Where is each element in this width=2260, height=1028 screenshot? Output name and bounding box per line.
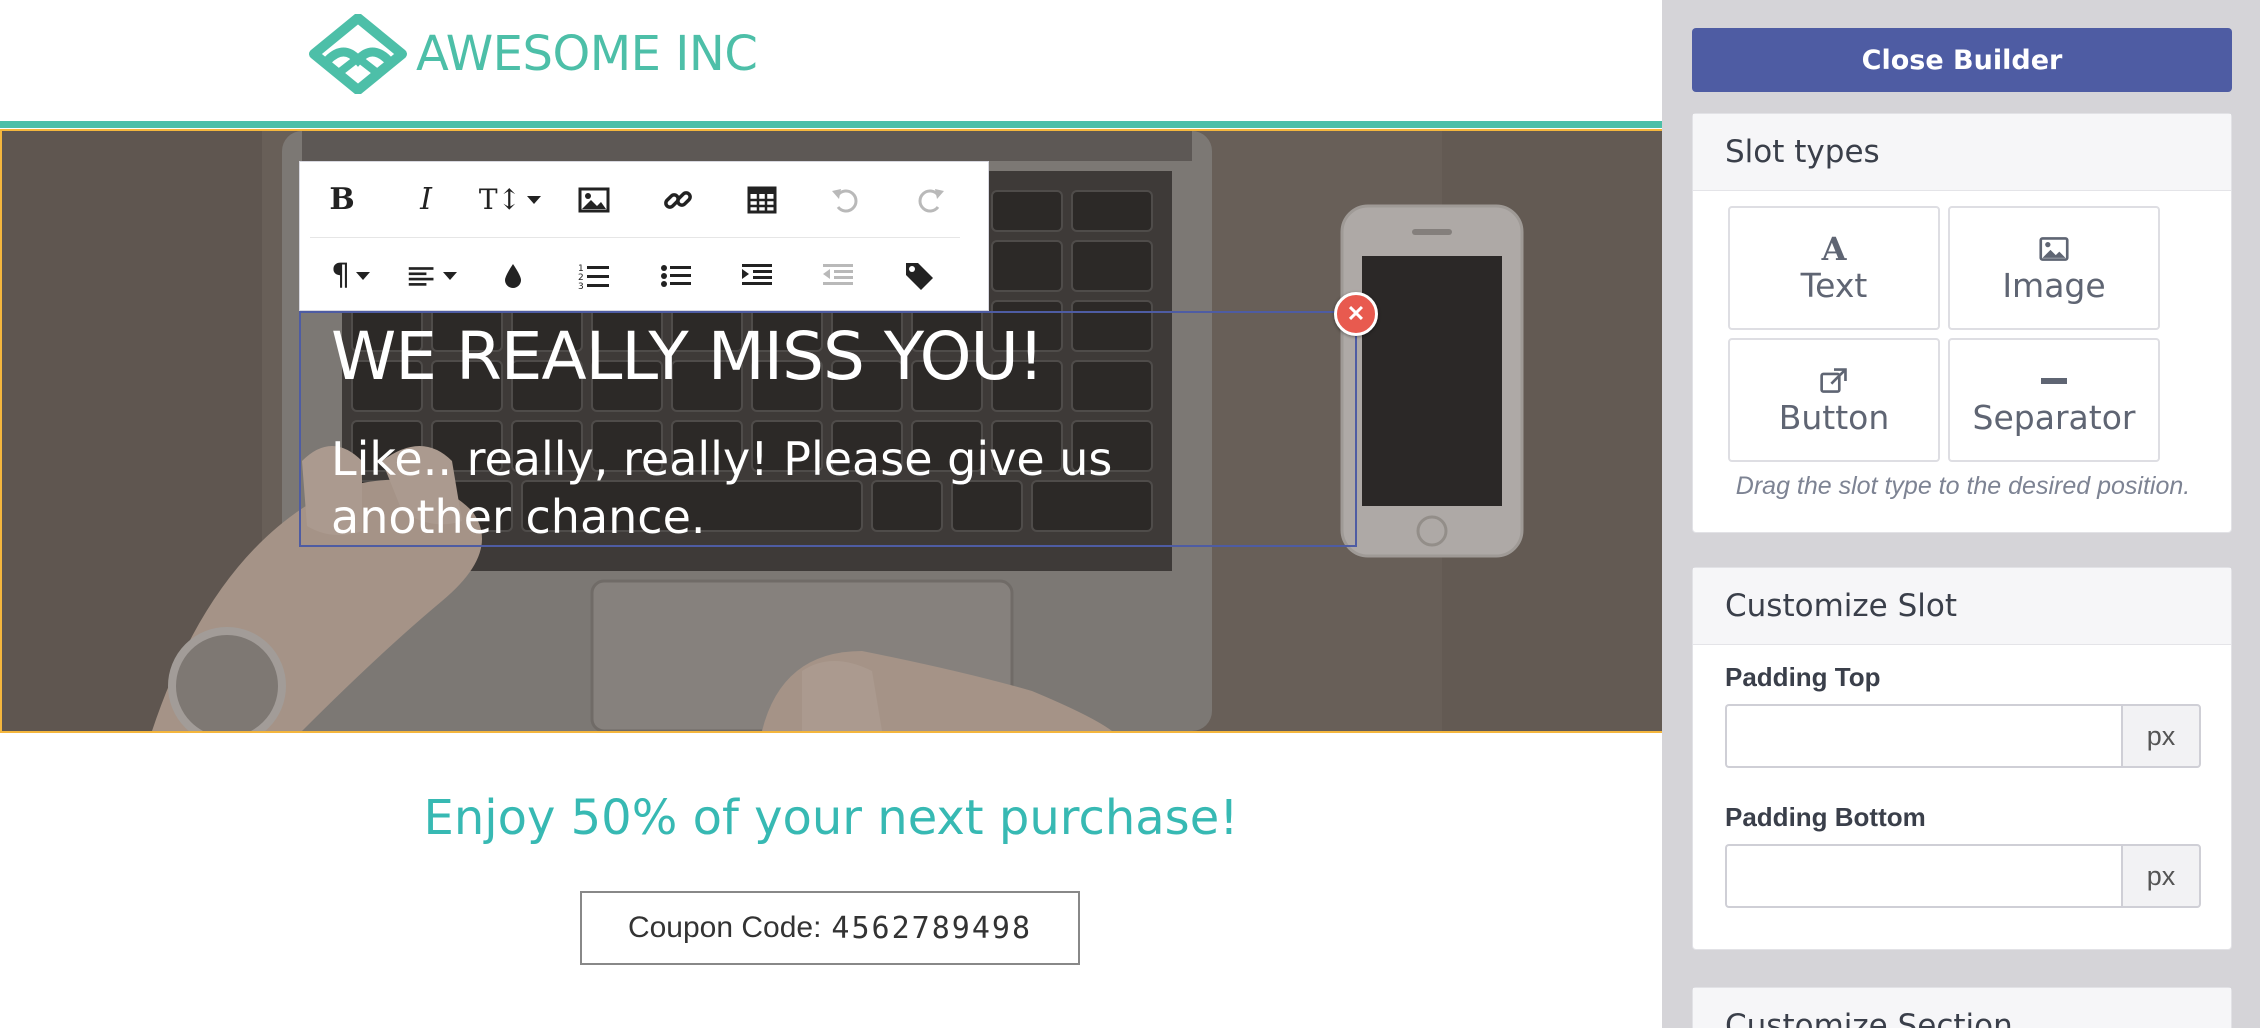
italic-icon[interactable]: I xyxy=(384,170,468,230)
close-builder-button[interactable]: Close Builder xyxy=(1692,28,2232,92)
padding-bottom-input[interactable] xyxy=(1725,844,2121,908)
email-canvas: AWESOME INC B I T↕ ¶ 1 2 3 WE REALLY MIS… xyxy=(0,0,1662,1028)
header-divider xyxy=(0,121,1662,128)
rich-text-toolbar: B I T↕ ¶ 1 2 3 xyxy=(299,161,989,311)
padding-top-unit: px xyxy=(2121,704,2201,768)
external-link-glyph xyxy=(1820,367,1847,393)
text-font-icon: A xyxy=(1821,229,1847,268)
insert-image-icon[interactable] xyxy=(552,170,636,230)
builder-sidebar: Close Builder Slot types A Text Image Bu… xyxy=(1662,0,2260,1028)
bold-icon[interactable]: B xyxy=(300,170,384,230)
padding-top-input[interactable] xyxy=(1725,704,2121,768)
font-size-icon[interactable]: T↕ xyxy=(468,170,552,230)
tag-icon[interactable] xyxy=(879,246,960,306)
font-size-glyph: T↕ xyxy=(478,183,522,216)
undo-icon[interactable] xyxy=(804,170,888,230)
padding-bottom-label: Padding Bottom xyxy=(1725,802,1926,832)
image-glyph-icon xyxy=(578,187,610,212)
slot-types-title: Slot types xyxy=(1693,114,2231,191)
toolbar-row-secondary: ¶ 123 xyxy=(310,237,960,313)
toolbar-row-primary: B I T↕ xyxy=(300,162,990,237)
slot-type-text[interactable]: A Text xyxy=(1728,206,1940,330)
redo-icon[interactable] xyxy=(888,170,972,230)
customize-slot-title: Customize Slot xyxy=(1693,568,2231,645)
indent-icon[interactable] xyxy=(716,246,797,306)
padding-top-group: px xyxy=(1725,704,2201,768)
slot-type-separator-label: Separator xyxy=(1972,397,2136,437)
slot-type-image[interactable]: Image xyxy=(1948,206,2160,330)
slot-type-button[interactable]: Button xyxy=(1728,338,1940,462)
ordered-list-icon[interactable]: 123 xyxy=(554,246,635,306)
slot-type-separator[interactable]: Separator xyxy=(1948,338,2160,462)
customize-section-title: Customize Section xyxy=(1693,988,2231,1028)
slot-type-button-label: Button xyxy=(1778,397,1890,437)
italic-glyph: I xyxy=(420,182,432,217)
insert-table-icon[interactable] xyxy=(720,170,804,230)
customize-slot-panel: Customize Slot Padding Top px Padding Bo… xyxy=(1692,567,2232,950)
close-icon: ✕ xyxy=(1346,301,1366,326)
padding-bottom-unit: px xyxy=(2121,844,2201,908)
bullet-list-glyph-icon xyxy=(660,264,691,287)
redo-glyph-icon xyxy=(918,188,944,212)
brand-name: AWESOME INC xyxy=(416,26,758,82)
text-font-glyph: A xyxy=(1821,229,1847,268)
bold-glyph: B xyxy=(329,182,355,217)
remove-slot-button[interactable]: ✕ xyxy=(1334,292,1378,336)
chevron-down-icon xyxy=(356,271,371,280)
coupon-box: Coupon Code: 4562789498 xyxy=(580,891,1080,965)
droplet-glyph-icon xyxy=(505,263,522,288)
paragraph-glyph: ¶ xyxy=(331,258,351,293)
offer-headline: Enjoy 50% of your next purchase! xyxy=(423,790,1239,846)
image-glyph xyxy=(2039,236,2069,261)
indent-glyph-icon xyxy=(741,263,772,285)
slot-type-image-label: Image xyxy=(2002,265,2106,305)
hero-subtext[interactable]: Like.. really, really! Please give us an… xyxy=(331,430,1231,546)
padding-bottom-group: px xyxy=(1725,844,2201,908)
chevron-down-icon xyxy=(527,195,542,204)
separator-icon xyxy=(2041,364,2067,398)
tag-glyph-icon xyxy=(906,262,934,290)
external-link-icon xyxy=(1818,364,1850,398)
image-icon xyxy=(2037,232,2071,266)
ordered-list-glyph-icon: 123 xyxy=(578,264,610,292)
table-glyph-icon xyxy=(747,186,777,213)
unordered-list-icon[interactable] xyxy=(635,246,716,306)
slot-types-hint: Drag the slot type to the desired positi… xyxy=(1735,472,2191,500)
align-left-glyph-icon xyxy=(408,266,434,286)
customize-section-panel: Customize Section xyxy=(1692,987,2232,1028)
text-color-icon[interactable] xyxy=(473,246,554,306)
separator-glyph xyxy=(2041,377,2067,384)
align-icon[interactable] xyxy=(391,246,472,306)
outdent-glyph-icon xyxy=(823,263,854,285)
insert-link-icon[interactable] xyxy=(636,170,720,230)
logo-mark-icon xyxy=(309,14,407,94)
padding-top-label: Padding Top xyxy=(1725,662,1881,692)
brand-logo: AWESOME INC xyxy=(306,14,758,94)
chevron-down-icon xyxy=(442,271,457,280)
slot-type-text-label: Text xyxy=(1800,265,1868,305)
slot-types-panel: Slot types A Text Image Button Separator… xyxy=(1692,113,2232,533)
coupon-label: Coupon Code: xyxy=(627,911,822,944)
svg-text:3: 3 xyxy=(578,282,584,292)
paragraph-format-icon[interactable]: ¶ xyxy=(310,246,391,306)
link-glyph-icon xyxy=(664,190,692,209)
outdent-icon[interactable] xyxy=(798,246,879,306)
hero-heading[interactable]: WE REALLY MISS YOU! xyxy=(331,318,1044,395)
coupon-code: 4562789498 xyxy=(831,910,1033,946)
undo-glyph-icon xyxy=(832,188,858,212)
